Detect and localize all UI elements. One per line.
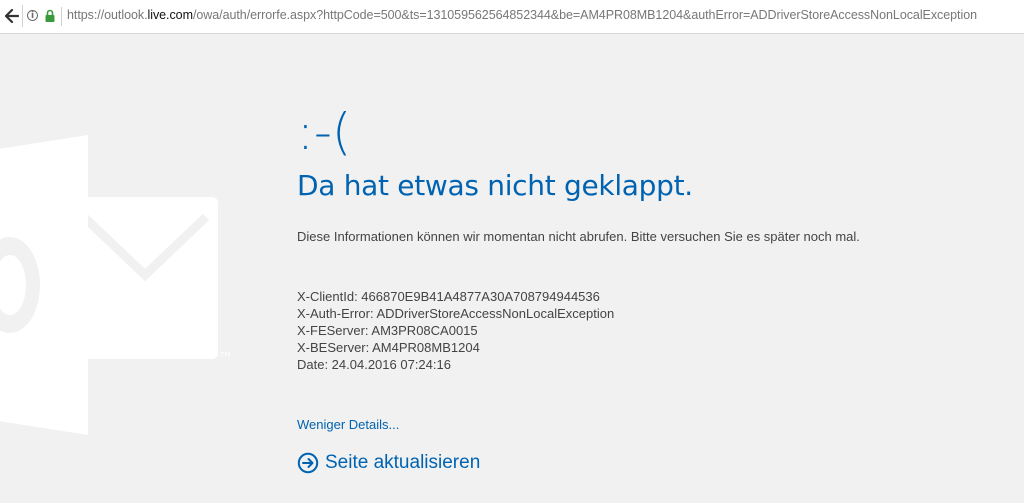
client-id-line: X-ClientId: 466870E9B41A4877A30A70879494… bbox=[297, 289, 600, 304]
circle-arrow-right-icon bbox=[297, 452, 319, 474]
refresh-page-label: Seite aktualisieren bbox=[325, 452, 481, 473]
page: i https://outlook.live.com/owa/auth/erro… bbox=[0, 0, 1024, 503]
url-host: live.com bbox=[147, 8, 194, 22]
url-field[interactable]: https://outlook.live.com/owa/auth/errorf… bbox=[67, 8, 977, 22]
auth-error-line: X-Auth-Error: ADDriverStoreAccessNonLoca… bbox=[297, 306, 615, 321]
date-line: Date: 24.04.2016 07:24:16 bbox=[297, 357, 451, 372]
refresh-page-link[interactable]: Seite aktualisieren bbox=[297, 450, 480, 476]
browser-address-bar: i https://outlook.live.com/owa/auth/erro… bbox=[0, 0, 1024, 34]
back-button[interactable] bbox=[0, 5, 23, 27]
svg-text:TM: TM bbox=[219, 351, 230, 359]
back-arrow-icon bbox=[4, 8, 19, 24]
error-message: Diese Informationen können wir momentan … bbox=[297, 229, 860, 244]
sad-face: :-( bbox=[297, 103, 352, 161]
url-suffix: /owa/auth/errorfe.aspx?httpCode=500&ts=1… bbox=[192, 8, 977, 22]
outlook-logo-icon: TM bbox=[0, 135, 230, 435]
info-icon[interactable]: i bbox=[27, 10, 38, 21]
url-prefix: https://outlook. bbox=[67, 8, 148, 22]
fe-server-line: X-FEServer: AM3PR08CA0015 bbox=[297, 323, 478, 338]
lock-icon[interactable] bbox=[45, 9, 55, 23]
error-headline: Da hat etwas nicht geklappt. bbox=[297, 169, 693, 202]
url-divider bbox=[61, 7, 62, 26]
error-details: X-ClientId: 466870E9B41A4877A30A70879494… bbox=[297, 288, 614, 373]
be-server-line: X-BEServer: AM4PR08MB1204 bbox=[297, 340, 480, 355]
fewer-details-link[interactable]: Weniger Details... bbox=[297, 416, 399, 434]
